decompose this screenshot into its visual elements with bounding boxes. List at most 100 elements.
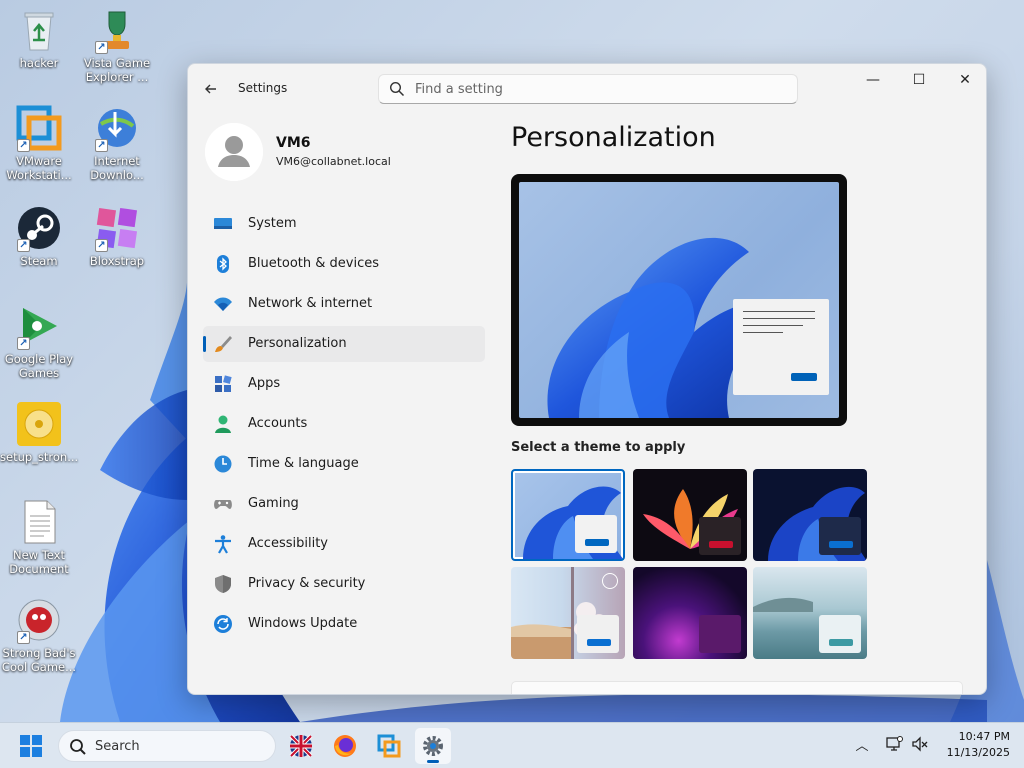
globe-clock-icon: [213, 454, 233, 474]
theme-sunrise[interactable]: [633, 567, 747, 659]
theme-windows-dark[interactable]: [753, 469, 867, 561]
nav-item-apps[interactable]: Apps: [203, 366, 485, 402]
desktop-icon-label: Strong Bad's Cool Game...: [1, 646, 77, 674]
person-icon: [213, 414, 233, 434]
taskbar-search-label: Search: [95, 739, 140, 754]
desktop-icon-label: Bloxstrap: [89, 254, 145, 268]
gear-icon: [423, 736, 443, 756]
nav-item-windows-update[interactable]: Windows Update: [203, 606, 485, 642]
desktop-icon-label: setup_stron...: [0, 450, 79, 464]
disc-installer-icon: [17, 402, 61, 446]
shortcut-arrow-icon: ↗: [17, 139, 30, 152]
page-title: Personalization: [511, 122, 716, 153]
gamepad-icon: [213, 494, 233, 514]
desktop-icon-label: Internet Downlo...: [90, 154, 144, 182]
maximize-button[interactable]: ☐: [896, 64, 942, 96]
wifi-icon: [213, 294, 233, 314]
desktop-icon-vmware[interactable]: ↗ VMware Workstati...: [0, 104, 78, 182]
nav-item-label: Gaming: [248, 496, 299, 511]
desktop-icon-new-text-document[interactable]: New Text Document: [0, 498, 78, 576]
settings-search-box[interactable]: [378, 74, 798, 104]
chevron-up-icon[interactable]: ︿: [852, 735, 872, 755]
search-icon: [70, 739, 86, 755]
desktop-icon-recycle-bin[interactable]: hacker: [0, 6, 78, 70]
taskbar-search[interactable]: Search: [58, 730, 276, 762]
account-email: VM6@collabnet.local: [276, 155, 391, 168]
firefox-icon: [334, 735, 356, 757]
taskbar-app-settings[interactable]: [415, 728, 451, 764]
nav-item-label: Personalization: [248, 336, 347, 351]
bluetooth-icon: [213, 254, 233, 274]
theme-grid: [511, 469, 871, 661]
preview-screen: [519, 182, 839, 418]
shortcut-arrow-icon: ↗: [17, 239, 30, 252]
desktop-icon-vista-game-explorer[interactable]: ↗ Vista Game Explorer ...: [78, 6, 156, 84]
flag-globe-icon: [289, 734, 313, 758]
search-icon: [389, 81, 405, 97]
desktop-icon-setup[interactable]: setup_stron...: [0, 400, 78, 464]
taskbar-app-unionjack[interactable]: [283, 728, 319, 764]
vmware-icon: [377, 734, 401, 758]
desktop-icon-steam[interactable]: ↗ Steam: [0, 204, 78, 268]
settings-search-input[interactable]: [415, 79, 785, 99]
taskbar-app-firefox[interactable]: [327, 728, 363, 764]
nav-item-accounts[interactable]: Accounts: [203, 406, 485, 442]
theme-windows-light[interactable]: [511, 469, 625, 561]
desktop-icon-bloxstrap[interactable]: ↗ Bloxstrap: [78, 204, 156, 268]
close-button[interactable]: ✕: [942, 64, 986, 96]
nav-item-personalization[interactable]: Personalization: [203, 326, 485, 362]
desktop-icon-internet-download[interactable]: ↗ Internet Downlo...: [78, 104, 156, 182]
desktop-icon-label: New Text Document: [9, 548, 69, 576]
nav-item-label: Privacy & security: [248, 576, 366, 591]
nav-item-privacy-security[interactable]: Privacy & security: [203, 566, 485, 602]
title-bar: Settings — ☐ ✕: [188, 64, 986, 112]
nav-item-system[interactable]: System: [203, 206, 485, 242]
shortcut-arrow-icon: ↗: [17, 631, 30, 644]
nav-item-label: Apps: [248, 376, 281, 391]
nav-item-label: Network & internet: [248, 296, 373, 311]
nav-item-time-language[interactable]: Time & language: [203, 446, 485, 482]
nav-item-bluetooth[interactable]: Bluetooth & devices: [203, 246, 485, 282]
user-avatar-icon: [205, 123, 263, 181]
back-button[interactable]: [198, 76, 224, 102]
desktop-icon-label: VMware Workstati...: [6, 154, 72, 182]
accessibility-icon: [213, 534, 233, 554]
theme-preview: [511, 174, 847, 426]
desktop-icon-label: hacker: [19, 56, 59, 70]
taskbar-app-vmware[interactable]: [371, 728, 407, 764]
network-icon[interactable]: [884, 735, 904, 755]
account-name: VM6: [276, 135, 311, 151]
text-document-icon: [24, 500, 56, 544]
avatar[interactable]: [205, 123, 263, 181]
taskbar: Search ︿ 10:47 PM 11/13/2025: [0, 722, 1024, 768]
settings-nav: System Bluetooth & devices Network & int…: [203, 206, 485, 646]
nav-item-label: Time & language: [248, 456, 359, 471]
desktop-icon-google-play-games[interactable]: ↗ Google Play Games: [0, 302, 78, 380]
shortcut-arrow-icon: ↗: [95, 41, 108, 54]
clock-time: 10:47 PM: [958, 730, 1010, 743]
apps-icon: [213, 374, 233, 394]
nav-item-label: Accounts: [248, 416, 308, 431]
nav-item-label: Accessibility: [248, 536, 328, 551]
brush-icon: [213, 334, 233, 354]
nav-item-label: Bluetooth & devices: [248, 256, 379, 271]
monitor-icon: [213, 214, 233, 234]
update-icon: [213, 614, 233, 634]
start-button[interactable]: [20, 735, 42, 757]
shield-icon: [213, 574, 233, 594]
minimize-button[interactable]: —: [850, 64, 896, 96]
slideshow-icon: [602, 573, 618, 589]
shortcut-arrow-icon: ↗: [17, 337, 30, 350]
nav-item-network[interactable]: Network & internet: [203, 286, 485, 322]
taskbar-clock[interactable]: 10:47 PM 11/13/2025: [930, 729, 1010, 761]
theme-glow[interactable]: [633, 469, 747, 561]
nav-item-gaming[interactable]: Gaming: [203, 486, 485, 522]
preview-window-card: [733, 299, 829, 395]
settings-card[interactable]: [511, 681, 963, 694]
nav-item-label: Windows Update: [248, 616, 358, 631]
theme-captured-motion[interactable]: [511, 567, 625, 659]
desktop-icon-strong-bad[interactable]: ↗ Strong Bad's Cool Game...: [0, 596, 78, 674]
nav-item-accessibility[interactable]: Accessibility: [203, 526, 485, 562]
volume-muted-icon[interactable]: [910, 735, 930, 755]
theme-flow[interactable]: [753, 567, 867, 659]
